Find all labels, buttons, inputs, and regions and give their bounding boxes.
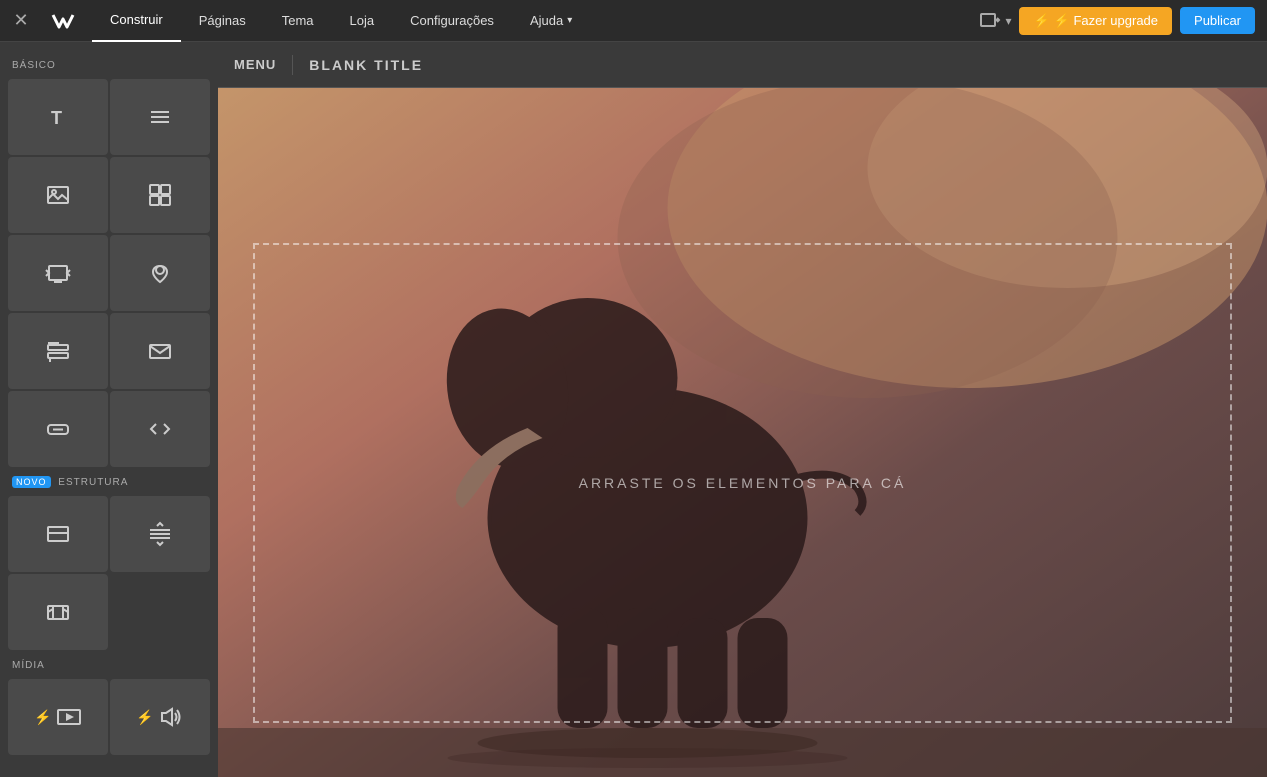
tab-paginas[interactable]: Páginas — [181, 0, 264, 42]
widget-divider[interactable] — [110, 496, 210, 572]
section-label-estrutura: NOVO ESTRUTURA — [0, 471, 218, 492]
widget-button[interactable] — [8, 391, 108, 467]
main-area: BÁSICO T — [0, 42, 1267, 777]
widget-embed[interactable] — [8, 574, 108, 650]
drop-zone-text: ARRASTE OS ELEMENTOS PARA CÁ — [579, 475, 907, 491]
widget-slideshow[interactable] — [8, 235, 108, 311]
lightning-icon-2: ⚡ — [136, 709, 153, 726]
canvas-background: ARRASTE OS ELEMENTOS PARA CÁ — [218, 88, 1267, 777]
widget-video[interactable]: ⚡ — [8, 679, 108, 755]
publish-button[interactable]: Publicar — [1180, 7, 1255, 34]
lightning-icon: ⚡ — [34, 709, 51, 726]
widget-code[interactable] — [110, 391, 210, 467]
tab-ajuda[interactable]: Ajuda ▾ — [512, 0, 590, 42]
tab-configuracoes[interactable]: Configurações — [392, 0, 512, 42]
close-button[interactable]: ✕ — [0, 0, 42, 42]
canvas-area: MENU BLANK TITLE — [218, 42, 1267, 777]
svg-text:T: T — [51, 108, 62, 128]
widget-audio[interactable]: ⚡ — [110, 679, 210, 755]
nav-tabs: Construir Páginas Tema Loja Configuraçõe… — [92, 0, 590, 41]
weebly-logo[interactable] — [42, 0, 84, 42]
menu-label: MENU — [234, 57, 276, 72]
midia-widget-grid: ⚡ ⚡ — [0, 675, 218, 759]
widget-mail[interactable] — [110, 313, 210, 389]
tab-loja[interactable]: Loja — [332, 0, 393, 42]
drop-zone[interactable]: ARRASTE OS ELEMENTOS PARA CÁ — [253, 243, 1232, 723]
basico-widget-grid: T — [0, 75, 218, 471]
top-navigation: ✕ Construir Páginas Tema Loja Configuraç… — [0, 0, 1267, 42]
tab-tema[interactable]: Tema — [264, 0, 332, 42]
section-label-basico: BÁSICO — [0, 54, 218, 75]
device-preview-icon[interactable]: ▾ — [979, 10, 1011, 32]
widget-text[interactable]: T — [8, 79, 108, 155]
sidebar: BÁSICO T — [0, 42, 218, 777]
device-arrow: ▾ — [1005, 14, 1011, 28]
upgrade-button[interactable]: ⚡ ⚡ Fazer upgrade — [1019, 7, 1172, 35]
page-title: BLANK TITLE — [309, 57, 423, 73]
widget-section[interactable] — [8, 496, 108, 572]
upgrade-lightning-icon: ⚡ — [1033, 13, 1049, 29]
widget-form[interactable] — [8, 313, 108, 389]
chevron-down-icon: ▾ — [567, 15, 572, 26]
estrutura-widget-grid — [0, 492, 218, 654]
widget-map[interactable] — [110, 235, 210, 311]
header-separator — [292, 55, 293, 75]
canvas-header: MENU BLANK TITLE — [218, 42, 1267, 88]
badge-novo: NOVO — [12, 476, 51, 488]
widget-image[interactable] — [8, 157, 108, 233]
right-actions: ▾ ⚡ ⚡ Fazer upgrade Publicar — [979, 7, 1267, 35]
tab-construir[interactable]: Construir — [92, 0, 181, 42]
widget-gallery[interactable] — [110, 157, 210, 233]
widget-menu[interactable] — [110, 79, 210, 155]
section-label-midia: MÍDIA — [0, 654, 218, 675]
